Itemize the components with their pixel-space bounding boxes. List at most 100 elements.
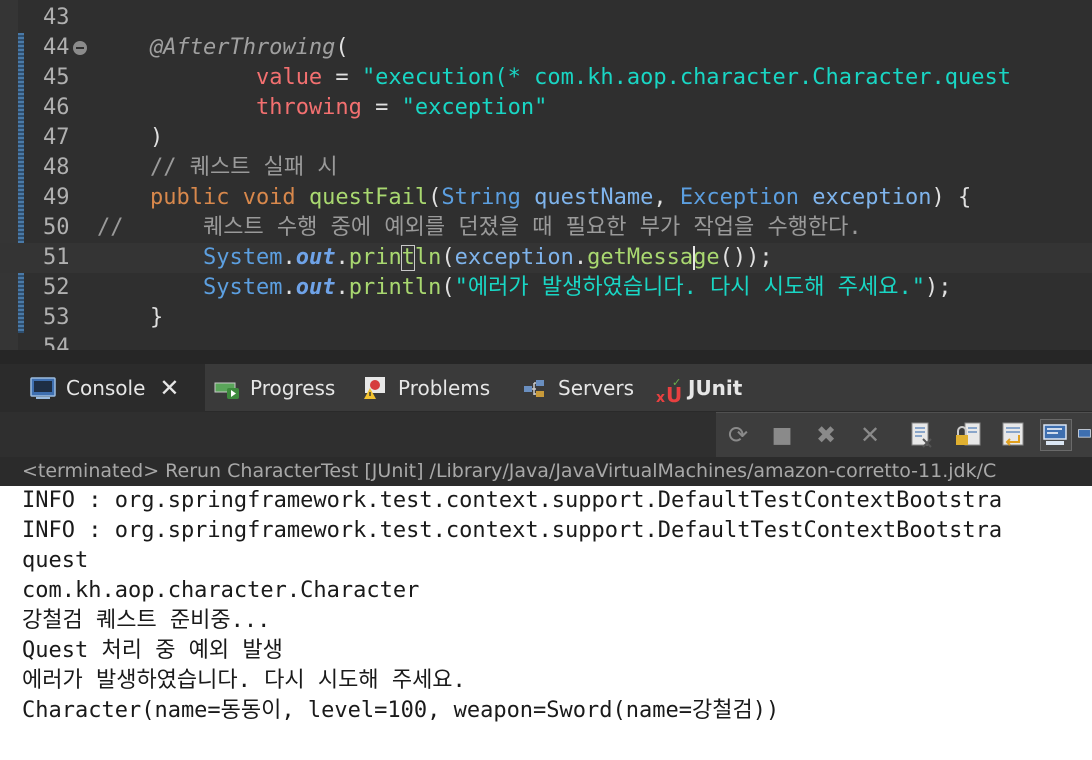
code-token: questName xyxy=(534,185,654,210)
remove-launch-icon[interactable]: ✖ xyxy=(810,419,842,451)
tab-problems-label: Problems xyxy=(398,376,491,400)
code-token: println xyxy=(348,275,442,300)
tab-console[interactable]: Console ✕ xyxy=(0,364,205,412)
code-line[interactable]: 48 // 퀘스트 실패 시 xyxy=(0,153,1092,183)
code-text: throwing = "exception" xyxy=(97,93,547,123)
tab-problems[interactable]: Problems xyxy=(362,364,490,412)
code-token: String xyxy=(441,185,535,210)
code-editor[interactable]: 43 44 @AfterThrowing(45 value = "executio… xyxy=(0,0,1092,350)
code-token: , xyxy=(653,185,680,210)
tab-servers-label: Servers xyxy=(558,376,635,400)
code-line[interactable]: 44 @AfterThrowing( xyxy=(0,33,1092,63)
code-line[interactable]: 52 System.out.println("에러가 발생하였습니다. 다시 시… xyxy=(0,273,1092,303)
line-number: 48 xyxy=(43,155,70,180)
code-token: "에러가 발생하였습니다. 다시 시도해 주세요." xyxy=(454,275,925,300)
code-token: . xyxy=(335,245,349,270)
tab-console-label: Console xyxy=(66,376,146,400)
code-token: Exception xyxy=(679,185,813,210)
code-token: ( xyxy=(335,35,349,60)
code-line[interactable]: 49 public void questFail(String questNam… xyxy=(0,183,1092,213)
line-number: 49 xyxy=(43,185,70,210)
code-line[interactable]: 53 } xyxy=(0,303,1092,333)
code-token: "exception" xyxy=(401,95,548,120)
code-token: getMessage xyxy=(587,245,720,270)
fold-collapse-icon[interactable] xyxy=(73,41,87,55)
word-wrap-icon[interactable] xyxy=(998,419,1030,451)
code-token: System xyxy=(202,275,283,300)
clear-console-icon[interactable] xyxy=(906,419,938,451)
line-number: 50 xyxy=(43,215,70,240)
code-token: ) { xyxy=(931,185,972,210)
code-line[interactable]: 47 ) xyxy=(0,123,1092,153)
code-text: @AfterThrowing( xyxy=(97,33,349,63)
tab-junit[interactable]: x U ✓ JUnit xyxy=(656,364,742,412)
code-token: out xyxy=(295,275,336,300)
console-output-line: INFO : org.springframework.test.context.… xyxy=(22,518,1003,543)
code-text: } xyxy=(97,303,163,333)
tab-progress-label: Progress xyxy=(250,376,336,400)
view-tab-bar: Console ✕ Progress Problems Servers x U ✓ … xyxy=(0,364,1092,412)
line-number: 54 xyxy=(43,335,70,350)
line-number: 53 xyxy=(43,305,70,330)
code-token: ); xyxy=(924,275,952,300)
terminate-icon[interactable]: ■ xyxy=(766,419,798,451)
console-output-line: 에러가 발생하였습니다. 다시 시도해 주세요. xyxy=(22,668,466,693)
remove-all-terminated-icon[interactable]: ✕ xyxy=(854,419,886,451)
code-text: value = "execution(* com.kh.aop.characte… xyxy=(97,63,1011,93)
console-output-line: quest xyxy=(22,548,89,573)
code-token: questFail xyxy=(308,185,429,210)
code-line[interactable]: 45 value = "execution(* com.kh.aop.chara… xyxy=(0,63,1092,93)
junit-icon: x U ✓ xyxy=(656,376,682,407)
scroll-lock-icon[interactable] xyxy=(952,419,984,451)
text-cursor xyxy=(692,246,695,270)
code-token: public void xyxy=(149,185,309,210)
close-icon[interactable]: ✕ xyxy=(159,374,179,402)
code-line[interactable]: 50 // 퀘스트 수행 중에 예외를 던졌을 때 필요한 부가 작업을 수행한다… xyxy=(0,213,1092,243)
console-toolbar-group: ⟳ ■ ✖ ✕ xyxy=(716,412,1092,457)
code-token: ( xyxy=(441,275,455,300)
tab-progress[interactable]: Progress xyxy=(214,364,335,412)
show-console-on-error-icon[interactable] xyxy=(1078,419,1092,451)
console-output-line: 강철검 퀘스트 준비중... xyxy=(22,608,271,633)
code-token: . xyxy=(573,245,588,270)
code-token: throwing xyxy=(255,95,362,120)
show-console-on-output-icon[interactable] xyxy=(1040,419,1072,451)
line-number: 46 xyxy=(43,95,70,120)
tab-junit-label: JUnit xyxy=(688,376,743,400)
console-output-line: Character(name=동동이, level=100, weapon=Sw… xyxy=(22,698,780,723)
code-line[interactable]: 43 xyxy=(0,3,1092,33)
code-token: = xyxy=(322,65,362,90)
code-line[interactable]: 51 System.out.println(exception.getMessa… xyxy=(0,243,1092,273)
code-token: } xyxy=(97,305,164,330)
code-token: . xyxy=(282,245,296,270)
code-token: out xyxy=(295,245,336,270)
line-number: 45 xyxy=(43,65,70,90)
console-output-line: com.kh.aop.character.Character xyxy=(22,578,420,603)
console-output[interactable]: INFO : org.springframework.test.context.… xyxy=(0,486,1092,760)
svg-text:✓: ✓ xyxy=(672,376,681,389)
code-text: System.out.println("에러가 발생하였습니다. 다시 시도해 … xyxy=(97,273,952,303)
rerun-icon[interactable]: ⟳ xyxy=(722,419,754,451)
code-text: // 퀘스트 실패 시 xyxy=(97,153,338,183)
tab-servers[interactable]: Servers xyxy=(522,364,634,412)
launch-status-text: <terminated> Rerun CharacterTest [JUnit]… xyxy=(22,460,997,482)
code-text: ) xyxy=(97,123,163,153)
code-text: public void questFail(String questName, … xyxy=(97,183,971,213)
code-token: ( xyxy=(428,185,442,210)
view-divider[interactable] xyxy=(0,350,1092,364)
code-token: . xyxy=(335,275,349,300)
line-number: 43 xyxy=(43,5,70,30)
console-output-line: Quest 처리 중 예외 발생 xyxy=(22,638,283,663)
line-number: 51 xyxy=(43,245,70,270)
code-token: = xyxy=(361,95,402,120)
console-output-line: INFO : org.springframework.test.context.… xyxy=(22,488,1003,513)
code-line[interactable]: 46 throwing = "exception" xyxy=(0,93,1092,123)
code-token: "execution(* com.kh.aop.character.Charac… xyxy=(361,65,1011,90)
code-token: . xyxy=(282,275,296,300)
matching-bracket-highlight xyxy=(400,245,415,271)
code-line[interactable]: 54 xyxy=(0,333,1092,350)
